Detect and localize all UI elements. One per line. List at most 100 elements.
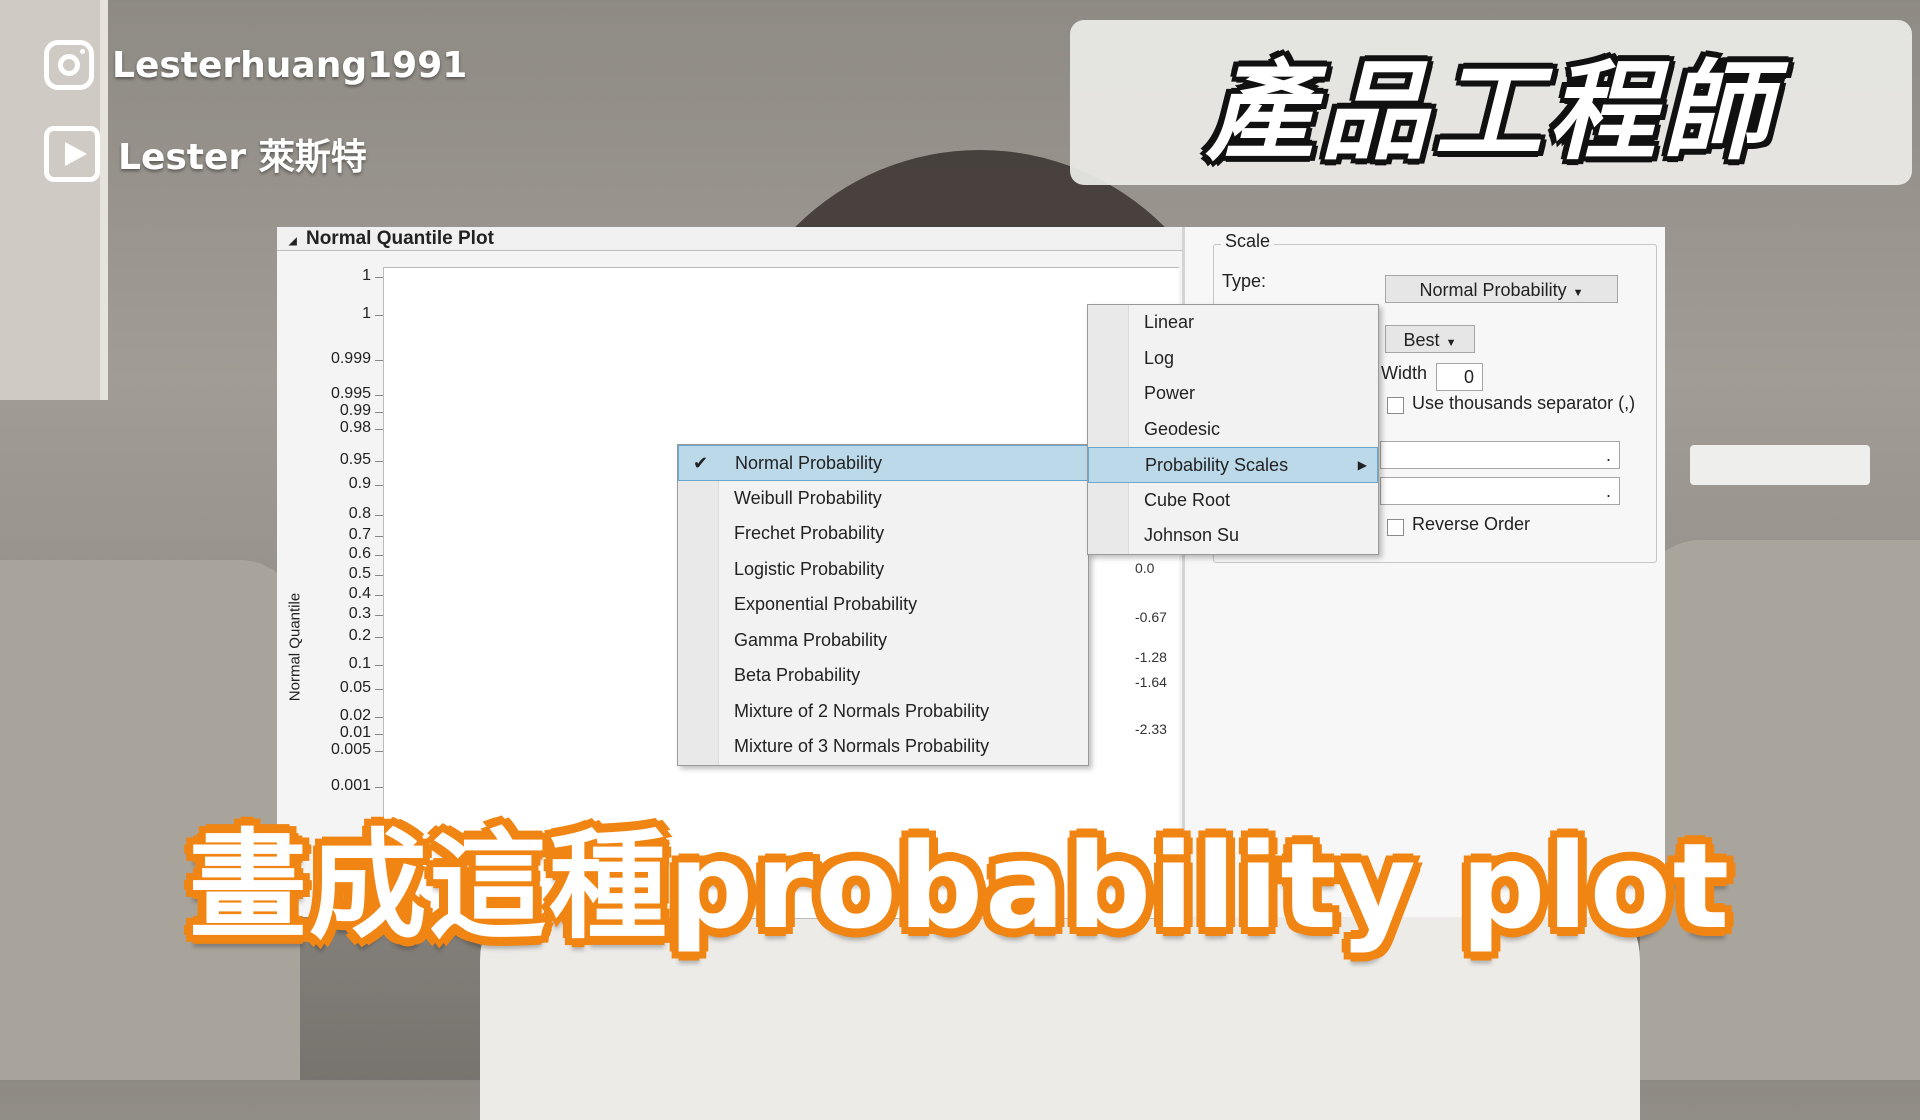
right-tick-label: -2.33 bbox=[1135, 721, 1167, 737]
y-tick-label: 0.98 bbox=[339, 419, 371, 436]
y-tick-label: 1 bbox=[362, 267, 371, 284]
instagram-icon bbox=[44, 40, 94, 90]
menu-item-johnson-su[interactable]: Johnson Su bbox=[1088, 518, 1378, 554]
y-tick-label: 0.995 bbox=[330, 385, 371, 402]
y-tick-mark bbox=[375, 360, 383, 361]
type-menu: Linear Log Power Geodesic Probability Scales… bbox=[1087, 304, 1379, 555]
y-tick-label: 1 bbox=[362, 305, 371, 322]
checkmark-icon: ✔ bbox=[693, 453, 709, 473]
y-tick-mark bbox=[375, 637, 383, 638]
thousands-separator-checkbox[interactable] bbox=[1387, 397, 1404, 414]
menu-item-label: Weibull Probability bbox=[734, 487, 882, 508]
youtube-channel-text: Lester 萊斯特 bbox=[118, 137, 367, 178]
reverse-order-checkbox[interactable] bbox=[1387, 519, 1404, 536]
menu-item-label: Mixture of 3 Normals Probability bbox=[734, 736, 990, 756]
y-tick-label: 0.99 bbox=[339, 402, 371, 419]
menu-item-mixture-of-2-normals-probability[interactable]: Mixture of 2 Normals Probability bbox=[678, 694, 1088, 730]
y-tick-mark bbox=[375, 689, 383, 690]
right-tick-label: -1.64 bbox=[1135, 674, 1167, 690]
right-tick-label: -1.28 bbox=[1135, 649, 1167, 665]
y-tick-label: 0.7 bbox=[348, 526, 371, 543]
menu-item-label: Cube Root bbox=[1144, 489, 1231, 510]
plot-header-title: Normal Quantile Plot bbox=[305, 228, 494, 249]
chevron-down-icon: ▼ bbox=[1572, 287, 1584, 299]
menu-item-label: Exponential Probability bbox=[734, 594, 918, 614]
y-tick-label: 0.05 bbox=[339, 679, 371, 696]
y-tick-mark bbox=[375, 395, 383, 396]
menu-item-weibull-probability[interactable]: Weibull Probability bbox=[678, 481, 1088, 517]
y-tick-mark bbox=[375, 734, 383, 735]
y-tick-mark bbox=[375, 536, 383, 537]
menu-item-power[interactable]: Power bbox=[1088, 376, 1378, 412]
reverse-order-label: Reverse Order bbox=[1412, 514, 1531, 534]
menu-item-cube-root[interactable]: Cube Root bbox=[1088, 483, 1378, 519]
menu-item-label: Frechet Probability bbox=[734, 523, 885, 543]
title-text: 產品工程師 bbox=[1205, 49, 1776, 175]
type-dropdown[interactable]: Normal Probability ▼ bbox=[1385, 275, 1618, 303]
title-banner: 產品工程師 bbox=[1070, 20, 1912, 185]
youtube-channel: Lester 萊斯特 bbox=[44, 126, 367, 182]
menu-item-frechet-probability[interactable]: Frechet Probability bbox=[678, 516, 1088, 552]
collapse-triangle-icon[interactable]: ◢ bbox=[289, 230, 297, 254]
maximum-input[interactable]: . bbox=[1380, 477, 1620, 505]
y-tick-mark bbox=[375, 665, 383, 666]
y-tick-mark bbox=[375, 595, 383, 596]
menu-item-geodesic[interactable]: Geodesic bbox=[1088, 412, 1378, 448]
y-tick-mark bbox=[375, 315, 383, 316]
instagram-handle-text: Lesterhuang1991 bbox=[112, 44, 468, 86]
y-tick-mark bbox=[375, 555, 383, 556]
width-input[interactable]: 0 bbox=[1436, 363, 1483, 391]
menu-item-exponential-probability[interactable]: Exponential Probability bbox=[678, 587, 1088, 623]
menu-item-logistic-probability[interactable]: Logistic Probability bbox=[678, 552, 1088, 588]
y-tick-mark bbox=[375, 515, 383, 516]
y-tick-mark bbox=[375, 277, 383, 278]
menu-item-label: Logistic Probability bbox=[734, 558, 885, 579]
y-tick-label: 0.6 bbox=[348, 545, 371, 562]
menu-item-label: Probability Scales bbox=[1145, 455, 1289, 475]
menu-item-linear[interactable]: Linear bbox=[1088, 305, 1378, 341]
menu-item-beta-probability[interactable]: Beta Probability bbox=[678, 658, 1088, 694]
menu-item-label: Log bbox=[1144, 347, 1175, 368]
chevron-down-icon: ▼ bbox=[1445, 337, 1457, 349]
menu-item-normal-probability[interactable]: ✔ Normal Probability bbox=[678, 445, 1088, 481]
menu-item-label: Beta Probability bbox=[734, 665, 861, 685]
y-tick-mark bbox=[375, 787, 383, 788]
right-tick-label: -0.67 bbox=[1135, 609, 1167, 625]
menu-item-log[interactable]: Log bbox=[1088, 341, 1378, 377]
y-tick-mark bbox=[375, 751, 383, 752]
y-tick-mark bbox=[375, 412, 383, 413]
menu-item-gamma-probability[interactable]: Gamma Probability bbox=[678, 623, 1088, 659]
y-tick-label: 0.999 bbox=[330, 350, 371, 367]
instagram-handle: Lesterhuang1991 bbox=[44, 40, 467, 90]
y-tick-label: 0.3 bbox=[348, 605, 371, 622]
y-tick-label: 0.9 bbox=[348, 475, 371, 492]
minimum-input[interactable]: . bbox=[1380, 441, 1620, 469]
y-tick-label: 0.01 bbox=[339, 724, 371, 741]
scale-group-title: Scale bbox=[1221, 231, 1275, 252]
width-label: Width bbox=[1381, 363, 1428, 383]
right-tick-label: 0.0 bbox=[1135, 560, 1155, 576]
menu-item-label: Gamma Probability bbox=[734, 629, 888, 650]
plot-header[interactable]: ◢ Normal Quantile Plot bbox=[277, 227, 1182, 251]
menu-item-mixture-of-3-normals-probability[interactable]: Mixture of 3 Normals Probability bbox=[678, 729, 1088, 765]
background-power-strip bbox=[1690, 445, 1870, 485]
type-label: Type: bbox=[1222, 271, 1267, 291]
y-axis-label: Normal Quantile bbox=[286, 592, 304, 702]
menu-item-label: Normal Probability bbox=[735, 453, 883, 473]
submenu-arrow-icon: ▶ bbox=[1357, 458, 1367, 472]
y-tick-mark bbox=[375, 429, 383, 430]
youtube-icon bbox=[44, 126, 100, 182]
y-tick-mark bbox=[375, 575, 383, 576]
y-tick-label: 0.8 bbox=[348, 505, 371, 522]
format-dropdown[interactable]: Best ▼ bbox=[1385, 325, 1475, 353]
menu-item-label: Power bbox=[1144, 383, 1196, 403]
video-caption: 畫成這種probability plot bbox=[188, 817, 1732, 955]
y-tick-mark bbox=[375, 615, 383, 616]
thousands-separator-label: Use thousands separator (,) bbox=[1412, 393, 1636, 413]
probability-menu-items: ✔ Normal Probability Weibull Probability Fr… bbox=[678, 445, 1088, 765]
type-menu-items: Linear Log Power Geodesic Probability Scales… bbox=[1088, 305, 1378, 554]
type-dropdown-value: Normal Probability bbox=[1419, 280, 1567, 300]
y-tick-label: 0.4 bbox=[348, 585, 371, 602]
probability-scales-submenu: ✔ Normal Probability Weibull Probability Fr… bbox=[677, 444, 1089, 766]
menu-item-probability-scales[interactable]: Probability Scales ▶ bbox=[1088, 447, 1378, 483]
